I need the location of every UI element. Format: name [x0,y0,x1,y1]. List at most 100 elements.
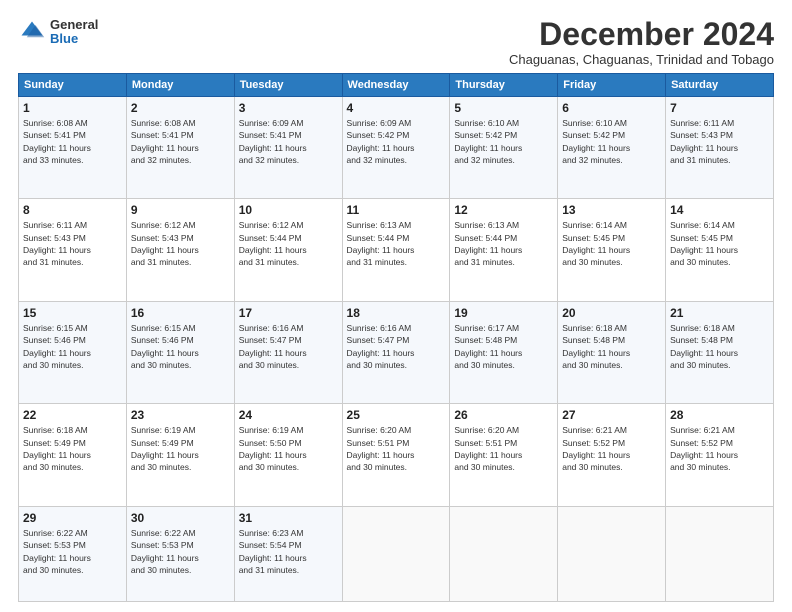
day-number: 28 [670,408,769,422]
day-number: 20 [562,306,661,320]
table-row: 2Sunrise: 6:08 AMSunset: 5:41 PMDaylight… [126,97,234,199]
col-header-tuesday: Tuesday [234,74,342,97]
table-row: 15 Sunrise: 6:15 AMSunset: 5:46 PMDayligh… [19,301,127,403]
table-row: 5Sunrise: 6:10 AMSunset: 5:42 PMDaylight… [450,97,558,199]
table-row: 30Sunrise: 6:22 AMSunset: 5:53 PMDayligh… [126,506,234,601]
day-number: 8 [23,203,122,217]
table-row: 29 Sunrise: 6:22 AMSunset: 5:53 PMDayligh… [19,506,127,601]
col-header-saturday: Saturday [666,74,774,97]
day-number: 3 [239,101,338,115]
day-number: 2 [131,101,230,115]
day-info: Sunrise: 6:12 AMSunset: 5:44 PMDaylight:… [239,219,338,268]
day-number: 26 [454,408,553,422]
table-row [558,506,666,601]
day-info: Sunrise: 6:18 AMSunset: 5:49 PMDaylight:… [23,424,122,473]
day-info: Sunrise: 6:16 AMSunset: 5:47 PMDaylight:… [347,322,446,371]
day-number: 16 [131,306,230,320]
logo: General Blue [18,18,98,47]
day-info: Sunrise: 6:18 AMSunset: 5:48 PMDaylight:… [670,322,769,371]
day-info: Sunrise: 6:21 AMSunset: 5:52 PMDaylight:… [562,424,661,473]
day-info: Sunrise: 6:20 AMSunset: 5:51 PMDaylight:… [347,424,446,473]
table-row: 6 Sunrise: 6:10 AMSunset: 5:42 PMDaylight… [558,97,666,199]
table-row: 25 Sunrise: 6:20 AMSunset: 5:51 PMDayligh… [342,404,450,506]
table-row [666,506,774,601]
day-number: 15 [23,306,122,320]
day-info: Sunrise: 6:11 AMSunset: 5:43 PMDaylight:… [23,219,122,268]
table-row: 23 Sunrise: 6:19 AMSunset: 5:49 PMDayligh… [126,404,234,506]
day-info: Sunrise: 6:08 AMSunset: 5:41 PMDaylight:… [23,117,122,166]
day-info: Sunrise: 6:18 AMSunset: 5:48 PMDaylight:… [562,322,661,371]
day-number: 23 [131,408,230,422]
day-number: 29 [23,511,122,525]
col-header-wednesday: Wednesday [342,74,450,97]
day-number: 1 [23,101,122,115]
table-row [342,506,450,601]
month-title: December 2024 [509,18,774,50]
col-header-monday: Monday [126,74,234,97]
day-info: Sunrise: 6:22 AMSunset: 5:53 PMDaylight:… [131,527,230,576]
day-number: 18 [347,306,446,320]
day-number: 25 [347,408,446,422]
day-number: 24 [239,408,338,422]
day-info: Sunrise: 6:13 AMSunset: 5:44 PMDaylight:… [454,219,553,268]
col-header-thursday: Thursday [450,74,558,97]
table-row: 8 Sunrise: 6:11 AMSunset: 5:43 PMDaylight… [19,199,127,301]
table-row: 27 Sunrise: 6:21 AMSunset: 5:52 PMDayligh… [558,404,666,506]
table-row: 20 Sunrise: 6:18 AMSunset: 5:48 PMDayligh… [558,301,666,403]
day-info: Sunrise: 6:14 AMSunset: 5:45 PMDaylight:… [562,219,661,268]
table-row: 11 Sunrise: 6:13 AMSunset: 5:44 PMDayligh… [342,199,450,301]
day-info: Sunrise: 6:14 AMSunset: 5:45 PMDaylight:… [670,219,769,268]
table-row: 13 Sunrise: 6:14 AMSunset: 5:45 PMDayligh… [558,199,666,301]
day-info: Sunrise: 6:22 AMSunset: 5:53 PMDaylight:… [23,527,122,576]
day-number: 4 [347,101,446,115]
day-info: Sunrise: 6:16 AMSunset: 5:47 PMDaylight:… [239,322,338,371]
day-info: Sunrise: 6:19 AMSunset: 5:50 PMDaylight:… [239,424,338,473]
day-info: Sunrise: 6:17 AMSunset: 5:48 PMDaylight:… [454,322,553,371]
table-row: 1 Sunrise: 6:08 AMSunset: 5:41 PMDaylight… [19,97,127,199]
col-header-friday: Friday [558,74,666,97]
logo-blue: Blue [50,32,98,46]
day-number: 27 [562,408,661,422]
day-info: Sunrise: 6:10 AMSunset: 5:42 PMDaylight:… [562,117,661,166]
table-row: 7Sunrise: 6:11 AMSunset: 5:43 PMDaylight… [666,97,774,199]
day-info: Sunrise: 6:09 AMSunset: 5:41 PMDaylight:… [239,117,338,166]
header: General Blue December 2024 Chaguanas, Ch… [18,18,774,67]
day-info: Sunrise: 6:09 AMSunset: 5:42 PMDaylight:… [347,117,446,166]
table-row: 19 Sunrise: 6:17 AMSunset: 5:48 PMDayligh… [450,301,558,403]
day-number: 21 [670,306,769,320]
table-row: 14Sunrise: 6:14 AMSunset: 5:45 PMDayligh… [666,199,774,301]
day-info: Sunrise: 6:20 AMSunset: 5:51 PMDaylight:… [454,424,553,473]
logo-icon [18,18,46,46]
day-number: 9 [131,203,230,217]
day-number: 19 [454,306,553,320]
day-info: Sunrise: 6:19 AMSunset: 5:49 PMDaylight:… [131,424,230,473]
table-row: 3 Sunrise: 6:09 AMSunset: 5:41 PMDaylight… [234,97,342,199]
day-number: 10 [239,203,338,217]
day-info: Sunrise: 6:21 AMSunset: 5:52 PMDaylight:… [670,424,769,473]
logo-general: General [50,18,98,32]
page: General Blue December 2024 Chaguanas, Ch… [0,0,792,612]
day-number: 11 [347,203,446,217]
day-number: 7 [670,101,769,115]
table-row: 21 Sunrise: 6:18 AMSunset: 5:48 PMDayligh… [666,301,774,403]
table-row: 10 Sunrise: 6:12 AMSunset: 5:44 PMDayligh… [234,199,342,301]
day-number: 6 [562,101,661,115]
col-header-sunday: Sunday [19,74,127,97]
day-number: 5 [454,101,553,115]
day-number: 13 [562,203,661,217]
table-row: 4 Sunrise: 6:09 AMSunset: 5:42 PMDaylight… [342,97,450,199]
title-block: December 2024 Chaguanas, Chaguanas, Trin… [509,18,774,67]
table-row: 31Sunrise: 6:23 AMSunset: 5:54 PMDayligh… [234,506,342,601]
table-row: 28 Sunrise: 6:21 AMSunset: 5:52 PMDayligh… [666,404,774,506]
table-row: 16Sunrise: 6:15 AMSunset: 5:46 PMDayligh… [126,301,234,403]
day-info: Sunrise: 6:13 AMSunset: 5:44 PMDaylight:… [347,219,446,268]
table-row: 17 Sunrise: 6:16 AMSunset: 5:47 PMDayligh… [234,301,342,403]
day-info: Sunrise: 6:15 AMSunset: 5:46 PMDaylight:… [23,322,122,371]
calendar-table: SundayMondayTuesdayWednesdayThursdayFrid… [18,73,774,602]
table-row [450,506,558,601]
table-row: 24 Sunrise: 6:19 AMSunset: 5:50 PMDayligh… [234,404,342,506]
table-row: 22Sunrise: 6:18 AMSunset: 5:49 PMDayligh… [19,404,127,506]
day-number: 17 [239,306,338,320]
day-info: Sunrise: 6:12 AMSunset: 5:43 PMDaylight:… [131,219,230,268]
logo-text: General Blue [50,18,98,47]
